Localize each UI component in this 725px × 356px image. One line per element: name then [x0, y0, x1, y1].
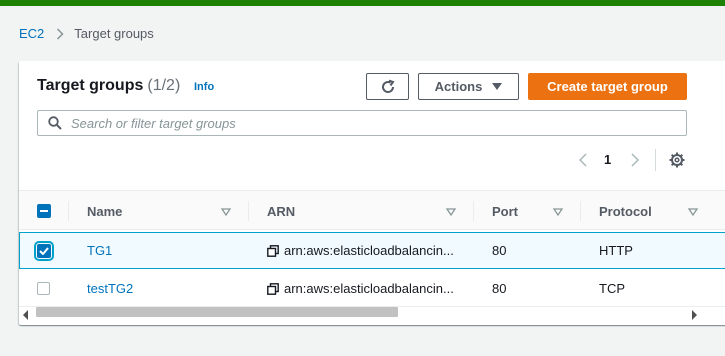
target-groups-panel: Target groups (1/2) Info Actions Create t… — [19, 61, 725, 325]
sort-icon[interactable] — [687, 205, 699, 217]
refresh-button[interactable] — [366, 73, 409, 100]
top-status-bar — [0, 0, 725, 6]
sort-icon[interactable] — [445, 205, 457, 217]
copy-icon[interactable] — [267, 244, 279, 257]
gear-icon[interactable] — [668, 151, 686, 169]
port-value: 80 — [492, 281, 507, 296]
arn-value: arn:aws:elasticloadbalancin... — [284, 243, 454, 258]
column-header-name[interactable]: Name — [87, 191, 122, 231]
sort-icon[interactable] — [220, 205, 232, 217]
page-number[interactable]: 1 — [604, 152, 611, 167]
column-separator — [580, 201, 581, 221]
search-input[interactable] — [71, 115, 651, 131]
target-group-name-link[interactable]: testTG2 — [87, 271, 133, 306]
search-box — [37, 110, 687, 136]
chevron-right-icon — [56, 27, 64, 40]
row-checkbox[interactable] — [34, 240, 54, 261]
selection-count: (1/2) — [147, 77, 181, 94]
breadcrumb-ec2-link[interactable]: EC2 — [19, 26, 44, 41]
refresh-icon — [380, 79, 396, 95]
actions-label: Actions — [434, 79, 483, 94]
breadcrumb: EC2 Target groups — [19, 26, 154, 41]
next-page-button[interactable] — [627, 149, 643, 171]
column-separator — [248, 201, 249, 221]
column-header-protocol[interactable]: Protocol — [599, 191, 652, 231]
column-separator — [68, 201, 69, 221]
column-header-arn[interactable]: ARN — [267, 191, 295, 231]
row-checkbox[interactable] — [37, 282, 50, 295]
arn-cell: arn:aws:elasticloadbalancin... — [267, 233, 454, 268]
create-target-group-button[interactable]: Create target group — [528, 73, 687, 100]
arn-cell: arn:aws:elasticloadbalancin... — [267, 271, 454, 306]
horizontal-scrollbar[interactable] — [19, 304, 725, 320]
table-row[interactable]: testTG2 arn:aws:elasticloadbalancin... 8… — [19, 270, 725, 307]
search-icon — [48, 116, 62, 130]
breadcrumb-current: Target groups — [74, 26, 154, 41]
table-header: Name ARN Port Protocol — [19, 190, 725, 230]
page-title: Target groups (1/2) — [37, 77, 180, 95]
target-group-name-link[interactable]: TG1 — [87, 233, 112, 268]
actions-dropdown-button[interactable]: Actions — [418, 73, 519, 100]
column-header-port[interactable]: Port — [492, 191, 518, 231]
sort-icon[interactable] — [552, 205, 564, 217]
scrollbar-thumb[interactable] — [36, 307, 398, 317]
row-select-cell — [34, 233, 54, 268]
info-link[interactable]: Info — [194, 81, 214, 93]
copy-icon[interactable] — [267, 282, 279, 295]
select-all-checkbox[interactable] — [37, 204, 51, 218]
row-select-cell — [37, 271, 50, 306]
pagination-divider — [655, 149, 656, 171]
protocol-value: TCP — [599, 281, 625, 296]
scroll-left-icon[interactable] — [23, 307, 29, 325]
table-row[interactable]: TG1 arn:aws:elasticloadbalancin... 80 HT… — [19, 232, 725, 269]
title-text: Target groups — [37, 77, 144, 94]
caret-down-icon — [492, 82, 503, 91]
arn-value: arn:aws:elasticloadbalancin... — [284, 281, 454, 296]
scroll-right-icon[interactable] — [691, 307, 697, 325]
previous-page-button[interactable] — [575, 149, 591, 171]
port-value: 80 — [492, 243, 507, 258]
column-separator — [473, 201, 474, 221]
select-all-cell — [37, 191, 51, 231]
protocol-value: HTTP — [599, 243, 633, 258]
